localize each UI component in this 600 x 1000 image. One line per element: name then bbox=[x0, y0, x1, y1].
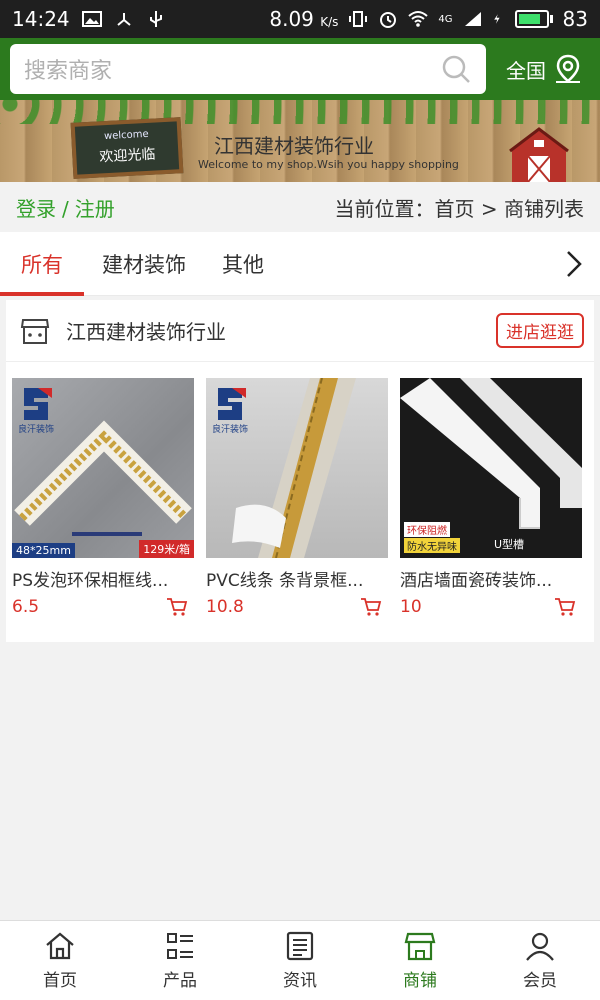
product-image[interactable]: 环保阻燃 防水无异味 U型槽 bbox=[400, 378, 582, 558]
product-name[interactable]: PVC线条 条背景框... bbox=[206, 566, 388, 591]
barn-illustration bbox=[509, 127, 569, 182]
store-icon bbox=[20, 318, 50, 344]
welcome-board: welcome 欢迎光临 bbox=[70, 117, 184, 179]
auth-separator: / bbox=[62, 196, 69, 221]
pack-badge: 129米/箱 bbox=[139, 540, 194, 558]
nav-member[interactable]: 会员 bbox=[480, 921, 600, 1000]
charging-icon bbox=[493, 14, 500, 24]
product-footer: 6.5 bbox=[12, 597, 194, 617]
nav-home[interactable]: 首页 bbox=[0, 921, 120, 1000]
news-icon bbox=[286, 931, 314, 961]
share-icon bbox=[117, 13, 131, 26]
nav-label: 会员 bbox=[523, 971, 557, 991]
vibrate-icon bbox=[349, 11, 368, 27]
vine-decoration bbox=[0, 100, 600, 124]
shop-banner: welcome 欢迎光临 江西建材装饰行业 Welcome to my shop… bbox=[0, 100, 600, 182]
breadcrumb-row: 登录 / 注册 当前位置：首页 > 商铺列表 bbox=[0, 182, 600, 232]
breadcrumb: 当前位置：首页 > 商铺列表 bbox=[334, 196, 584, 221]
nav-products[interactable]: 产品 bbox=[120, 921, 240, 1000]
visit-shop-button[interactable]: 进店逛逛 bbox=[496, 313, 584, 348]
nav-news[interactable]: 资讯 bbox=[240, 921, 360, 1000]
nav-label: 商铺 bbox=[403, 971, 437, 991]
product-card[interactable]: 良汗装饰 PVC线条 条背景框... 10.8 bbox=[206, 378, 388, 617]
shop-card: 江西建材装饰行业 进店逛逛 良汗装饰 48*25mm 129米/箱 PS发泡环保… bbox=[6, 300, 594, 642]
status-bar: 14:24 8.09 K/s 4G 83 bbox=[0, 0, 600, 38]
tab-other[interactable]: 其他 bbox=[204, 232, 282, 296]
banner-title: 江西建材装饰行业 bbox=[214, 134, 374, 158]
size-badge: 48*25mm bbox=[12, 543, 75, 558]
product-footer: 10.8 bbox=[206, 597, 388, 617]
battery-percent: 83 bbox=[562, 7, 588, 31]
usb-icon bbox=[149, 11, 162, 27]
tab-building-materials[interactable]: 建材装饰 bbox=[84, 232, 204, 296]
category-tabs: 所有 建材装饰 其他 bbox=[0, 232, 600, 296]
signal-icon bbox=[464, 12, 481, 26]
region-selector[interactable]: 全国 bbox=[506, 54, 590, 84]
region-label: 全国 bbox=[506, 58, 546, 83]
nav-shops[interactable]: 商铺 bbox=[360, 921, 480, 1000]
frame-moulding-graphic bbox=[14, 420, 192, 536]
home-icon bbox=[46, 932, 74, 960]
shop-header: 江西建材装饰行业 进店逛逛 bbox=[6, 300, 594, 362]
network-speed: 8.09 K/s bbox=[269, 7, 339, 31]
search-input[interactable]: 搜索商家 bbox=[10, 44, 486, 94]
product-card[interactable]: 良汗装饰 48*25mm 129米/箱 PS发泡环保相框线... 6.5 bbox=[12, 378, 194, 617]
app-header: 搜索商家 全国 bbox=[0, 38, 600, 100]
login-link[interactable]: 登录 bbox=[16, 197, 56, 221]
battery-icon bbox=[514, 10, 553, 28]
product-price: 10.8 bbox=[206, 597, 244, 617]
feature-tag: 防水无异味 bbox=[404, 538, 460, 553]
shop-name[interactable]: 江西建材装饰行业 bbox=[66, 316, 226, 345]
cart-icon[interactable] bbox=[360, 597, 382, 617]
product-price: 10 bbox=[400, 597, 422, 617]
nav-label: 产品 bbox=[163, 971, 197, 991]
cart-icon[interactable] bbox=[166, 597, 188, 617]
image-icon bbox=[81, 11, 102, 27]
feature-tag: 环保阻燃 bbox=[404, 522, 450, 537]
cart-icon[interactable] bbox=[554, 597, 576, 617]
nav-label: 资讯 bbox=[283, 971, 317, 991]
product-image[interactable]: 良汗装饰 48*25mm 129米/箱 bbox=[12, 378, 194, 558]
network-type: 4G bbox=[438, 13, 453, 25]
wifi-icon bbox=[408, 11, 429, 27]
list-icon bbox=[167, 933, 193, 959]
product-price: 6.5 bbox=[12, 597, 40, 617]
bottom-nav: 首页 产品 资讯 商铺 会员 bbox=[0, 920, 600, 1000]
search-placeholder: 搜索商家 bbox=[24, 59, 113, 84]
store-icon bbox=[404, 932, 436, 961]
chevron-right-icon[interactable] bbox=[562, 249, 586, 279]
alarm-icon bbox=[380, 12, 397, 28]
banner-subtitle: Welcome to my shop.Wsih you happy shoppi… bbox=[198, 158, 459, 171]
product-footer: 10 bbox=[400, 597, 582, 617]
pvc-moulding-graphic bbox=[232, 378, 356, 558]
product-type-label: U型槽 bbox=[494, 538, 525, 551]
tab-all[interactable]: 所有 bbox=[0, 232, 84, 296]
auth-links: 登录 / 注册 bbox=[16, 193, 115, 222]
register-link[interactable]: 注册 bbox=[75, 197, 115, 221]
location-pin-icon bbox=[556, 54, 580, 83]
search-icon[interactable] bbox=[440, 53, 472, 85]
user-icon bbox=[526, 932, 554, 961]
product-list: 良汗装饰 48*25mm 129米/箱 PS发泡环保相框线... 6.5 良汗装… bbox=[6, 362, 594, 617]
nav-label: 首页 bbox=[43, 971, 77, 991]
product-name[interactable]: 酒店墙面瓷砖装饰... bbox=[400, 566, 582, 591]
product-card[interactable]: 环保阻燃 防水无异味 U型槽 酒店墙面瓷砖装饰... 10 bbox=[400, 378, 582, 617]
product-image[interactable]: 良汗装饰 bbox=[206, 378, 388, 558]
product-name[interactable]: PS发泡环保相框线... bbox=[12, 566, 194, 591]
clock: 14:24 bbox=[12, 7, 70, 31]
